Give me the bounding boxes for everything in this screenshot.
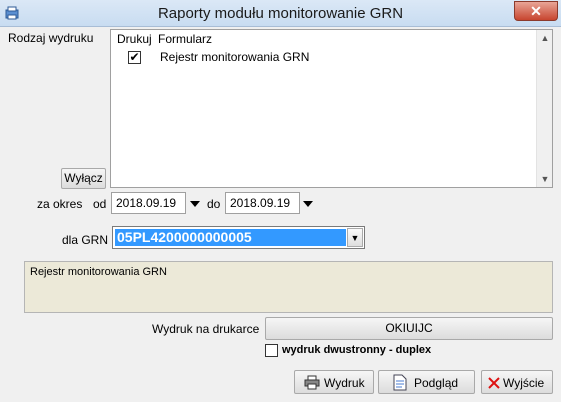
window-title: Raporty modułu monitorowanie GRN <box>157 5 404 22</box>
za-okres-label: za okres <box>37 197 83 211</box>
title-bar: Raporty modułu monitorowanie GRN ✕ <box>0 0 561 27</box>
close-button[interactable]: ✕ <box>514 1 558 21</box>
date-to-input[interactable]: 2018.09.19 <box>225 192 300 214</box>
list-item-label: Rejestr monitorowania GRN <box>160 50 310 64</box>
header-formularz: Formularz <box>158 32 213 46</box>
description-box: Rejestr monitorowania GRN <box>24 261 553 313</box>
od-label: od <box>93 197 107 211</box>
dla-grn-label: dla GRN <box>62 233 109 247</box>
duplex-label: wydruk dwustronny - duplex <box>282 344 432 356</box>
scroll-down-icon[interactable]: ▼ <box>537 171 553 187</box>
list-header: Drukuj Formularz <box>111 30 538 48</box>
wyjscie-label: Wyjście <box>503 376 545 390</box>
drukuj-checkbox[interactable]: ✔ <box>128 51 141 64</box>
report-type-list[interactable]: Drukuj Formularz ✔ Rejestr monitorowania… <box>110 29 553 188</box>
chevron-down-icon[interactable]: ▼ <box>347 228 363 247</box>
printer-label: Wydruk na drukarce <box>152 322 260 336</box>
grn-select[interactable]: 05PL4200000000005 ▼ <box>112 226 365 249</box>
wyjscie-button[interactable]: Wyjście <box>481 370 553 394</box>
header-drukuj: Drukuj <box>117 32 152 46</box>
list-item[interactable]: ✔ Rejestr monitorowania GRN <box>111 48 538 68</box>
do-label: do <box>207 197 221 211</box>
vertical-scrollbar[interactable]: ▲ ▼ <box>536 30 552 187</box>
printer-icon <box>304 375 320 390</box>
scroll-up-icon[interactable]: ▲ <box>537 30 553 46</box>
date-to-dropdown-icon[interactable] <box>303 201 313 207</box>
date-from-dropdown-icon[interactable] <box>190 201 200 207</box>
document-preview-icon <box>393 374 407 391</box>
podglad-button[interactable]: Podgląd <box>378 370 475 394</box>
podglad-label: Podgląd <box>414 376 459 390</box>
date-from-input[interactable]: 2018.09.19 <box>111 192 186 214</box>
rodzaj-wydruku-label: Rodzaj wydruku <box>8 31 94 45</box>
wydruk-button[interactable]: Wydruk <box>294 370 374 394</box>
grn-selected-value: 05PL4200000000005 <box>115 229 346 246</box>
dialog-body: Rodzaj wydruku Drukuj Formularz ✔ Rejest… <box>0 27 561 402</box>
duplex-checkbox[interactable] <box>265 344 278 357</box>
wylacz-button[interactable]: Wyłącz <box>61 168 106 189</box>
wydruk-label: Wydruk <box>324 376 365 390</box>
printer-select-button[interactable]: OKIUIJC <box>265 317 553 340</box>
close-icon <box>488 377 500 389</box>
